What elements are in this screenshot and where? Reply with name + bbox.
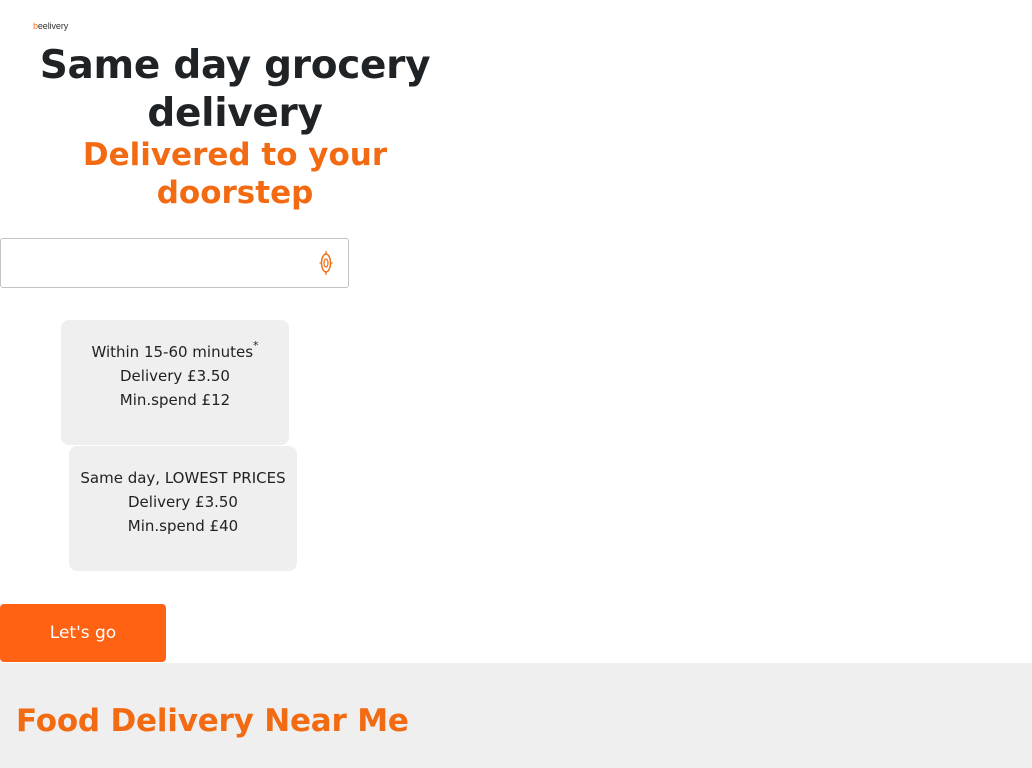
- option-delivery-fee: Delivery £3.50: [128, 493, 238, 511]
- section-title: Food Delivery Near Me: [16, 703, 409, 739]
- option-min-spend: Min.spend £40: [127, 517, 239, 535]
- footnote-marker: *: [253, 339, 259, 352]
- delivery-option-express[interactable]: Within 15-60 minutes* Delivery £3.50 Min…: [61, 320, 289, 445]
- location-target-icon[interactable]: [318, 250, 334, 276]
- brand-logo[interactable]: beelivery: [33, 21, 68, 31]
- option-min-spend: Min.spend £12: [119, 391, 231, 409]
- option-time: Within 15-60 minutes*: [91, 339, 259, 361]
- option-time: Same day, LOWEST PRICES: [80, 469, 286, 487]
- address-search-box: [0, 238, 349, 288]
- option-delivery-fee: Delivery £3.50: [120, 367, 230, 385]
- address-input[interactable]: [1, 239, 301, 287]
- near-me-section: Food Delivery Near Me: [0, 663, 1032, 768]
- hero-title: Same day grocery delivery: [39, 43, 431, 136]
- hero-subtitle: Delivered to your doorstep: [82, 137, 388, 211]
- lets-go-button[interactable]: Let's go: [0, 604, 166, 662]
- delivery-option-same-day[interactable]: Same day, LOWEST PRICES Delivery £3.50 M…: [69, 446, 297, 571]
- logo-rest: eelivery: [37, 21, 69, 31]
